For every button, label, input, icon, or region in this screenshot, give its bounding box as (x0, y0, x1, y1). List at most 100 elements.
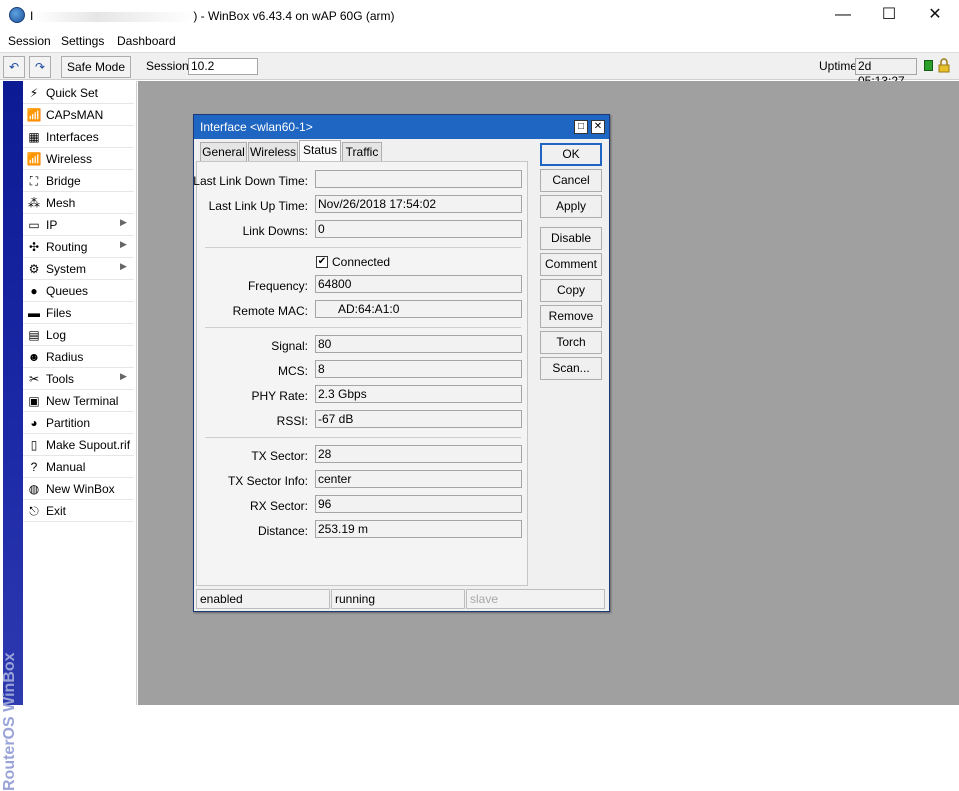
minimize-button[interactable]: — (820, 0, 866, 30)
submenu-arrow-icon: ▶ (120, 217, 127, 227)
sidebar-item-mesh[interactable]: ⁂ Mesh (23, 192, 134, 214)
status-running: running (331, 589, 465, 609)
menu-dashboard[interactable]: Dashboard (117, 34, 176, 48)
safe-mode-button[interactable]: Safe Mode (61, 56, 131, 78)
quick-set-icon: ⚡ (29, 86, 39, 100)
close-button[interactable]: ✕ (912, 0, 958, 30)
sidebar-item-label: Queues (46, 284, 89, 298)
session-label: Session: (146, 59, 193, 73)
sidebar-item-interfaces[interactable]: ▦ Interfaces (23, 126, 134, 148)
submenu-arrow-icon: ▶ (120, 239, 127, 249)
maximize-button[interactable]: ☐ (866, 0, 912, 30)
dialog-titlebar[interactable]: Interface <wlan60-1> □ ✕ (194, 115, 609, 139)
tab-general[interactable]: General (200, 142, 247, 162)
tx-sector-label: TX Sector: (251, 449, 308, 463)
separator (205, 327, 521, 328)
connected-checkbox: ✔ (316, 256, 328, 268)
sidebar-item-manual[interactable]: ? Manual (23, 456, 134, 478)
undo-icon: ↶ (8, 60, 20, 74)
sidebar-item-routing[interactable]: ✣ Routing ▶ (23, 236, 134, 258)
sidebar-item-partition[interactable]: ◕ Partition (23, 412, 134, 434)
dialog-title: Interface <wlan60-1> (200, 120, 313, 134)
separator (205, 247, 521, 248)
manual-icon: ? (30, 460, 38, 474)
supout-icon: ▯ (30, 438, 38, 452)
ok-button[interactable]: OK (540, 143, 602, 166)
dialog-status-bar: enabled running slave (196, 587, 607, 611)
disable-button[interactable]: Disable (540, 227, 602, 250)
connection-status-indicator (924, 60, 933, 71)
cancel-button[interactable]: Cancel (540, 169, 602, 192)
undo-button[interactable]: ↶ (3, 56, 25, 78)
sidebar-item-label: Manual (46, 460, 86, 474)
sidebar-item-make-supout-rif[interactable]: ▯ Make Supout.rif (23, 434, 134, 456)
sidebar-item-label: Interfaces (46, 130, 99, 144)
link-downs-label: Link Downs: (242, 224, 308, 238)
menu-settings[interactable]: Settings (61, 34, 104, 48)
log-icon: ▤ (28, 328, 40, 342)
mesh-icon: ⁂ (28, 196, 40, 210)
last-link-down-time-label: Last Link Down Time: (193, 174, 308, 188)
sidebar-item-capsman[interactable]: 📶 CAPsMAN (23, 104, 134, 126)
menu-session[interactable]: Session (8, 34, 51, 48)
phy-rate-label: PHY Rate: (251, 389, 308, 403)
sidebar-item-tools[interactable]: ✂ Tools ▶ (23, 368, 134, 390)
winbox-app-icon (9, 7, 25, 23)
sidebar-item-log[interactable]: ▤ Log (23, 324, 134, 346)
sidebar-item-new-winbox[interactable]: ◍ New WinBox (23, 478, 134, 500)
last-link-down-time-field (315, 170, 522, 188)
capsman-icon: 📶 (26, 108, 42, 122)
radius-icon: ☻ (27, 350, 41, 364)
redo-icon: ↷ (34, 60, 46, 74)
toolbar: ↶ ↷ Safe Mode Session: 10.2 Uptime: 2d 0… (0, 52, 959, 88)
sidebar-item-exit[interactable]: ⎋ Exit (23, 500, 134, 522)
sidebar-item-label: IP (46, 218, 58, 232)
sidebar-item-files[interactable]: ▬ Files (23, 302, 134, 324)
scan-button[interactable]: Scan... (540, 357, 602, 380)
torch-button[interactable]: Torch (540, 331, 602, 354)
remote-mac-field: AD:64:A1:0 (315, 300, 522, 318)
terminal-icon: ▣ (28, 394, 40, 408)
tx-sector-info-field: center (315, 470, 522, 488)
window-title: I) - WinBox v6.43.4 on wAP 60G (arm) (30, 9, 395, 23)
sidebar-item-bridge[interactable]: ⛶ Bridge (23, 170, 134, 192)
sidebar-item-radius[interactable]: ☻ Radius (23, 346, 134, 368)
signal-field: 80 (315, 335, 522, 353)
connected-label: Connected (332, 255, 391, 269)
redo-button[interactable]: ↷ (29, 56, 51, 78)
sidebar-item-wireless[interactable]: 📶 Wireless (23, 148, 134, 170)
tab-traffic[interactable]: Traffic (342, 142, 382, 162)
comment-button[interactable]: Comment (540, 253, 602, 276)
sidebar-item-label: Mesh (46, 196, 76, 210)
mcs-field: 8 (315, 360, 522, 378)
sidebar-item-quick-set[interactable]: ⚡ Quick Set (23, 82, 134, 104)
dialog-maximize-button[interactable]: □ (574, 120, 588, 134)
sidebar-menu: ⚡ Quick Set 📶 CAPsMAN ▦ Interfaces 📶 Wireless ⛶ B… (23, 81, 137, 705)
tab-wireless[interactable]: Wireless (248, 142, 298, 162)
copy-button[interactable]: Copy (540, 279, 602, 302)
maximize-icon: □ (577, 121, 585, 132)
tab-status[interactable]: Status (299, 140, 341, 163)
sidebar-item-system[interactable]: ⚙ System ▶ (23, 258, 134, 280)
sidebar-item-queues[interactable]: ● Queues (23, 280, 134, 302)
apply-button[interactable]: Apply (540, 195, 602, 218)
sidebar-item-new-terminal[interactable]: ▣ New Terminal (23, 390, 134, 412)
sidebar-item-label: New Terminal (46, 394, 119, 408)
sidebar-item-label: New WinBox (46, 482, 115, 496)
status-form-panel: Last Link Down Time: Last Link Up Time: … (193, 161, 528, 586)
sidebar-item-ip[interactable]: ▭ IP ▶ (23, 214, 134, 236)
session-field[interactable]: 10.2 (188, 58, 258, 75)
sidebar-item-label: Exit (46, 504, 67, 518)
routing-icon: ✣ (28, 240, 40, 254)
submenu-arrow-icon: ▶ (120, 261, 127, 271)
tx-sector-field: 28 (315, 445, 522, 463)
remove-button[interactable]: Remove (540, 305, 602, 328)
queues-icon: ● (30, 284, 38, 298)
interface-dialog: Interface <wlan60-1> □ ✕ General Wireles… (193, 114, 610, 612)
last-link-up-time-field: Nov/26/2018 17:54:02 (315, 195, 522, 213)
frequency-label: Frequency: (247, 279, 308, 293)
lock-icon (938, 58, 950, 73)
ip-icon: ▭ (28, 218, 40, 232)
submenu-arrow-icon: ▶ (120, 371, 127, 381)
dialog-close-button[interactable]: ✕ (591, 120, 605, 134)
